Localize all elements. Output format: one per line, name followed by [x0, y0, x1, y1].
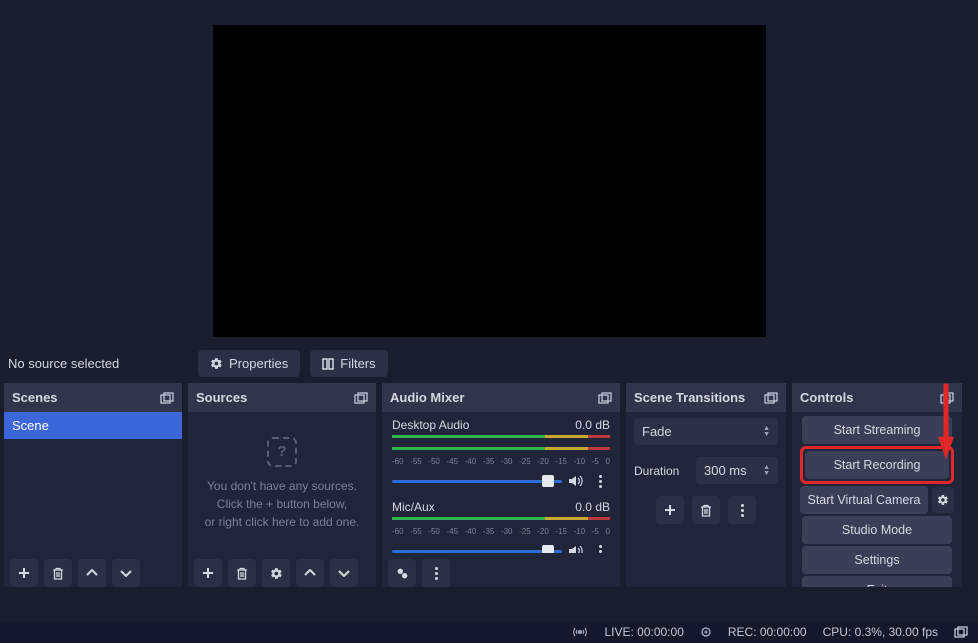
channel-db: 0.0 dB: [575, 418, 610, 432]
sources-empty-line2: Click the + button below,: [217, 497, 347, 511]
broadcast-icon: [572, 626, 588, 638]
audio-mixer-panel: Audio Mixer Desktop Audio 0.0 dB -60-55-…: [382, 383, 620, 587]
exit-button[interactable]: Exit: [802, 576, 952, 587]
properties-button[interactable]: Properties: [198, 350, 300, 377]
virtual-camera-settings-button[interactable]: [932, 487, 954, 513]
status-rec: REC: 00:00:00: [728, 625, 807, 639]
speaker-icon[interactable]: [568, 474, 584, 488]
preview-area: [0, 0, 978, 344]
sources-title: Sources: [196, 390, 247, 405]
move-scene-up-button[interactable]: [78, 559, 106, 587]
mixer-channel-mic: Mic/Aux 0.0 dB -60-55-50-45-40-35-30-25-…: [382, 494, 620, 553]
transition-menu-button[interactable]: [728, 496, 756, 524]
volume-slider[interactable]: [392, 550, 562, 553]
scenes-panel: Scenes Scene: [4, 383, 182, 587]
move-source-up-button[interactable]: [296, 559, 324, 587]
sources-empty-state[interactable]: ? You don't have any sources. Click the …: [188, 412, 376, 553]
delete-transition-button[interactable]: [692, 496, 720, 524]
popout-icon[interactable]: [764, 392, 778, 404]
sources-header: Sources: [188, 383, 376, 412]
properties-label: Properties: [229, 356, 288, 371]
move-source-down-button[interactable]: [330, 559, 358, 587]
audio-meter: [392, 446, 610, 456]
popout-icon[interactable]: [598, 392, 612, 404]
delete-source-button[interactable]: [228, 559, 256, 587]
highlight-annotation: Start Recording: [800, 446, 954, 484]
preview-canvas[interactable]: [213, 25, 766, 337]
add-scene-button[interactable]: [10, 559, 38, 587]
source-properties-button[interactable]: [262, 559, 290, 587]
channel-db: 0.0 dB: [575, 500, 610, 514]
duration-label: Duration: [634, 464, 690, 478]
volume-slider[interactable]: [392, 480, 562, 483]
spinner-icon: ▲▼: [763, 426, 770, 437]
mixer-channel-desktop: Desktop Audio 0.0 dB -60-55-50-45-40-35-…: [382, 412, 620, 494]
settings-button[interactable]: Settings: [802, 546, 952, 574]
scenes-header: Scenes: [4, 383, 182, 412]
add-source-button[interactable]: [194, 559, 222, 587]
start-virtual-camera-button[interactable]: Start Virtual Camera: [800, 486, 928, 514]
question-icon: ?: [267, 437, 297, 467]
channel-menu-button[interactable]: [590, 540, 610, 553]
channel-name: Desktop Audio: [392, 418, 469, 432]
annotation-arrow-icon: [936, 381, 956, 459]
sources-empty-line1: You don't have any sources.: [207, 479, 357, 493]
mixer-body: Desktop Audio 0.0 dB -60-55-50-45-40-35-…: [382, 412, 620, 553]
popout-icon[interactable]: [354, 392, 368, 404]
meter-ticks: -60-55-50-45-40-35-30-25-20-15-10-50: [392, 527, 610, 536]
speaker-icon[interactable]: [568, 544, 584, 553]
audio-meter: [392, 516, 610, 526]
popout-icon[interactable]: [954, 626, 968, 638]
delete-scene-button[interactable]: [44, 559, 72, 587]
sources-panel: Sources ? You don't have any sources. Cl…: [188, 383, 376, 587]
transitions-header: Scene Transitions: [626, 383, 786, 412]
start-streaming-button[interactable]: Start Streaming: [802, 416, 952, 444]
scene-list-item[interactable]: Scene: [4, 412, 182, 439]
duration-input[interactable]: 300 ms ▲▼: [696, 457, 778, 484]
sources-empty-line3: or right click here to add one.: [205, 515, 360, 529]
channel-menu-button[interactable]: [590, 470, 610, 492]
mixer-title: Audio Mixer: [390, 390, 464, 405]
start-recording-button[interactable]: Start Recording: [805, 451, 949, 479]
gear-icon: [210, 357, 223, 370]
meter-ticks: -60-55-50-45-40-35-30-25-20-15-10-50: [392, 457, 610, 466]
spinner-icon: ▲▼: [763, 465, 770, 476]
transition-select[interactable]: Fade ▲▼: [634, 418, 778, 445]
mixer-header: Audio Mixer: [382, 383, 620, 412]
popout-icon[interactable]: [160, 392, 174, 404]
filters-icon: [322, 358, 334, 370]
controls-title: Controls: [800, 390, 853, 405]
status-cpu: CPU: 0.3%, 30.00 fps: [823, 625, 938, 639]
mixer-menu-button[interactable]: [422, 559, 450, 587]
filters-label: Filters: [340, 356, 375, 371]
mixer-advanced-button[interactable]: [388, 559, 416, 587]
audio-meter: [392, 434, 610, 444]
transition-selected: Fade: [642, 424, 672, 439]
filters-button[interactable]: Filters: [310, 350, 387, 377]
source-toolbar: No source selected Properties Filters: [0, 344, 978, 383]
duration-value: 300 ms: [704, 463, 747, 478]
transitions-panel: Scene Transitions Fade ▲▼ Duration 300 m…: [626, 383, 786, 587]
no-source-label: No source selected: [6, 356, 188, 371]
move-scene-down-button[interactable]: [112, 559, 140, 587]
record-icon: [700, 626, 712, 638]
channel-name: Mic/Aux: [392, 500, 435, 514]
transitions-title: Scene Transitions: [634, 390, 745, 405]
studio-mode-button[interactable]: Studio Mode: [802, 516, 952, 544]
status-live: LIVE: 00:00:00: [604, 625, 683, 639]
add-transition-button[interactable]: [656, 496, 684, 524]
status-bar: LIVE: 00:00:00 REC: 00:00:00 CPU: 0.3%, …: [0, 621, 978, 643]
scenes-title: Scenes: [12, 390, 58, 405]
